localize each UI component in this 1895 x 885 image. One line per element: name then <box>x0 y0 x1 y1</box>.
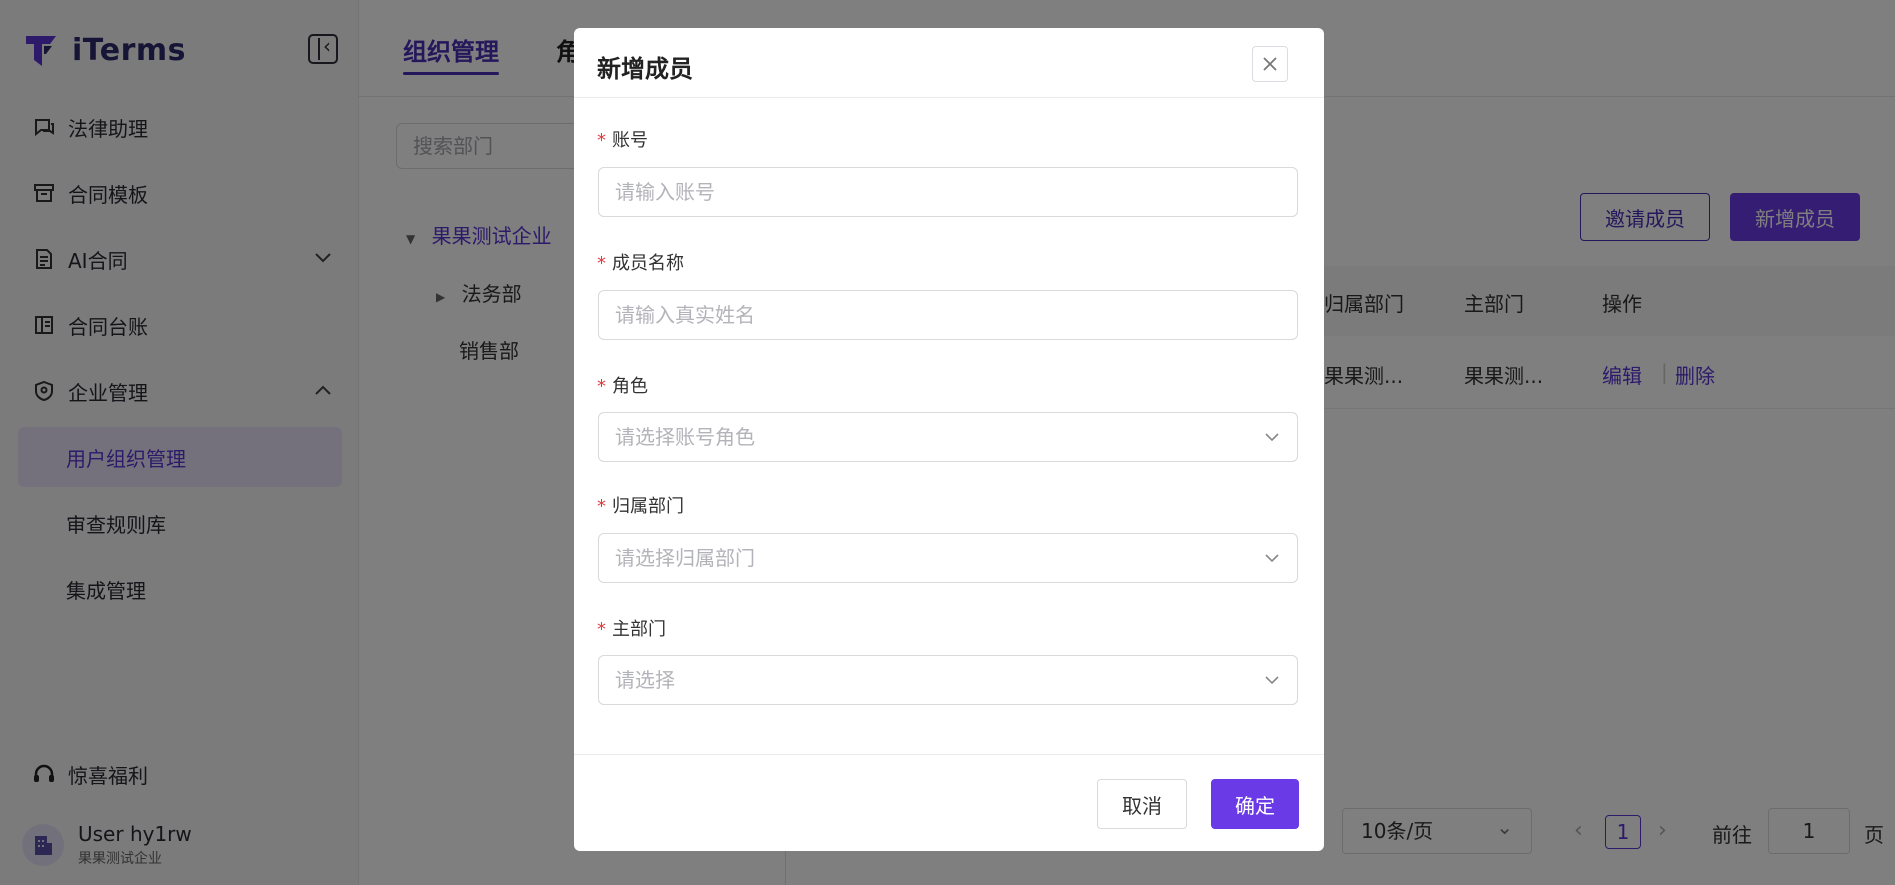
main-department-select-placeholder: 请选择 <box>615 668 675 692</box>
department-label: * 归属部门 <box>597 496 684 517</box>
role-select[interactable]: 请选择账号角色 <box>598 412 1298 462</box>
required-mark: * <box>597 619 606 640</box>
main-department-label: * 主部门 <box>597 619 666 640</box>
chevron-down-icon <box>1265 433 1279 442</box>
main-department-select[interactable]: 请选择 <box>598 655 1298 705</box>
dialog-footer-divider <box>574 754 1324 755</box>
chevron-down-icon <box>1265 554 1279 563</box>
account-input[interactable]: 请输入账号 <box>598 167 1298 217</box>
add-member-dialog: 新增成员 * 账号 请输入账号 * 成员名称 请输入真实姓名 * 角色 请选择账号角色… <box>574 28 1324 851</box>
dialog-header-divider <box>574 97 1324 98</box>
department-select[interactable]: 请选择归属部门 <box>598 533 1298 583</box>
close-icon[interactable] <box>1252 46 1288 82</box>
member-name-label: * 成员名称 <box>597 253 684 274</box>
required-mark: * <box>597 130 606 151</box>
required-mark: * <box>597 253 606 274</box>
cancel-button[interactable]: 取消 <box>1097 779 1187 829</box>
account-label: * 账号 <box>597 130 648 151</box>
confirm-button[interactable]: 确定 <box>1211 779 1299 829</box>
role-select-placeholder: 请选择账号角色 <box>615 425 755 449</box>
required-mark: * <box>597 496 606 517</box>
member-name-input[interactable]: 请输入真实姓名 <box>598 290 1298 340</box>
required-mark: * <box>597 376 606 397</box>
dialog-title: 新增成员 <box>597 55 693 83</box>
role-label: * 角色 <box>597 376 648 397</box>
department-select-placeholder: 请选择归属部门 <box>615 546 755 570</box>
chevron-down-icon <box>1265 676 1279 685</box>
